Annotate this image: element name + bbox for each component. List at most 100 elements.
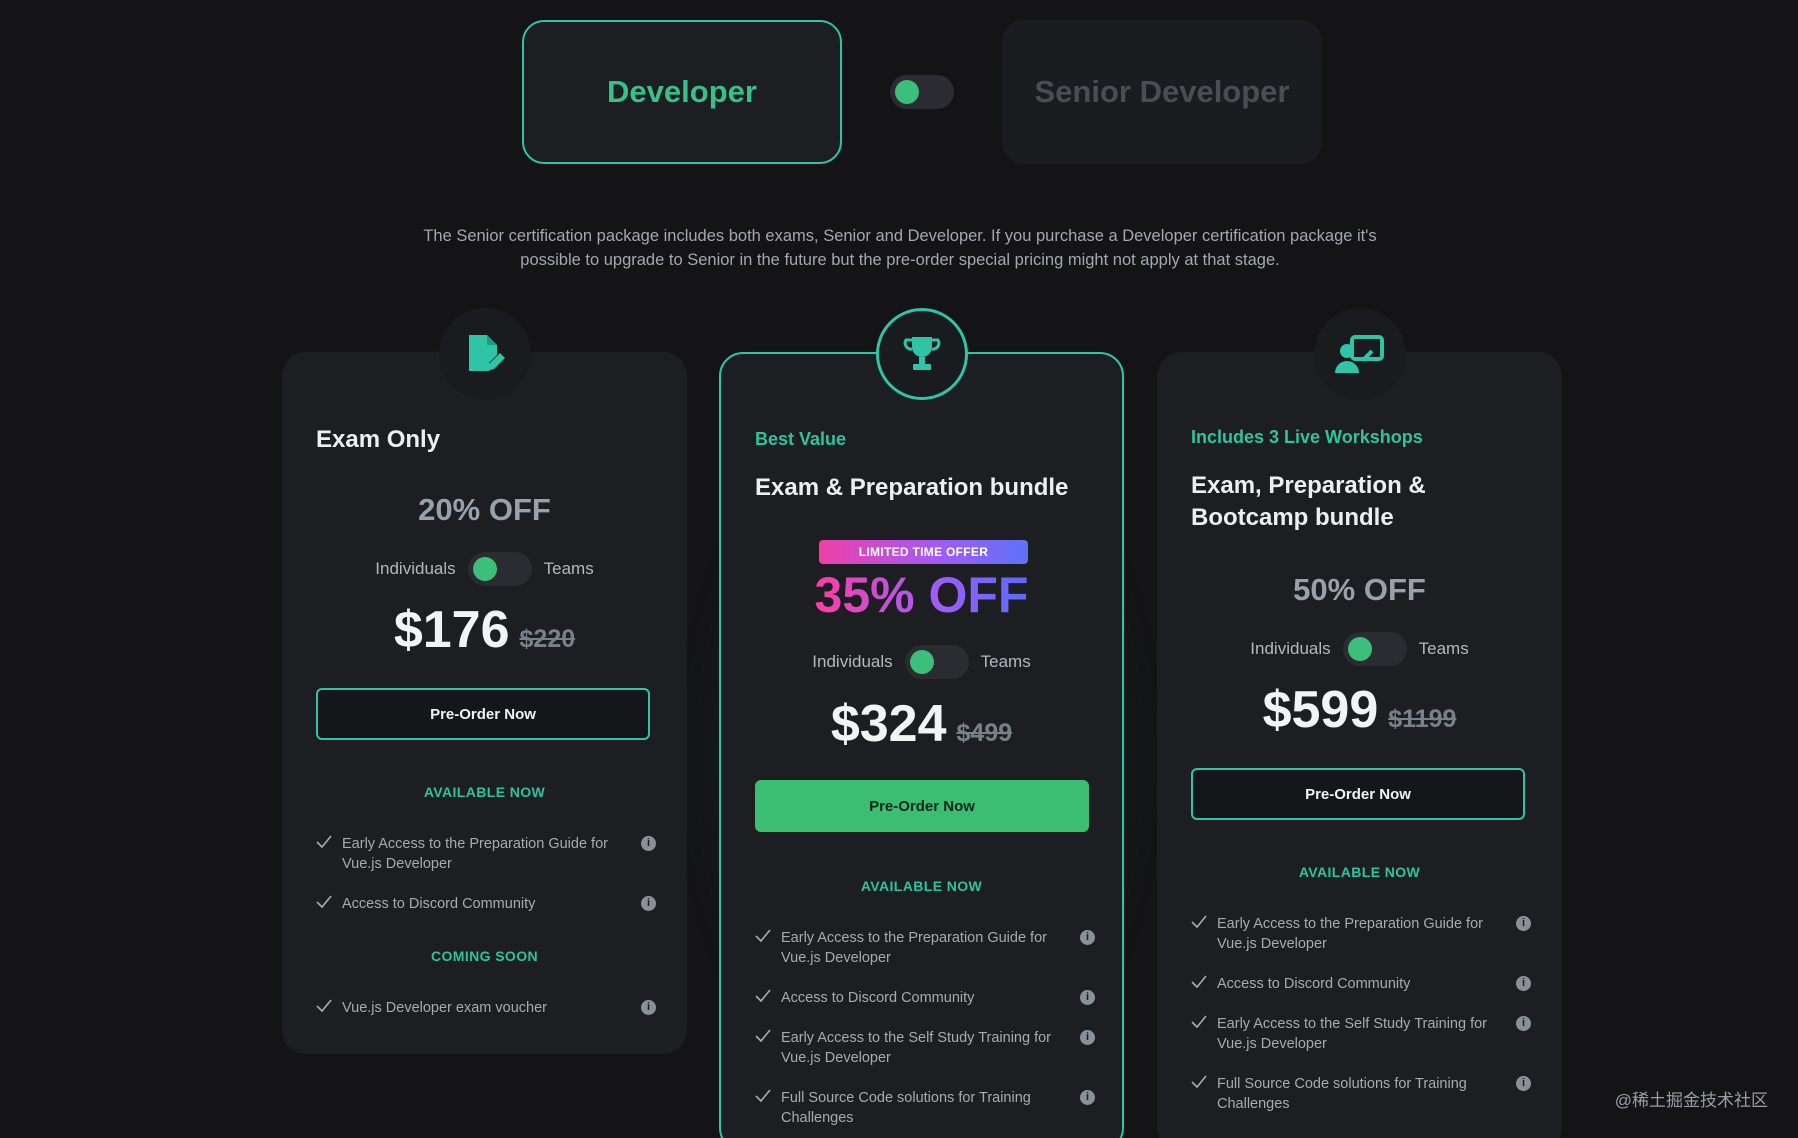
teams-label: Teams [543,559,594,578]
pre-order-button[interactable]: Pre-Order Now [755,780,1089,832]
info-icon[interactable]: i [1516,916,1531,931]
feature-item: Early Access to the Preparation Guide fo… [316,834,656,874]
audience-toggle[interactable] [904,645,969,679]
audience-toggle[interactable] [467,552,532,586]
info-icon[interactable]: i [1080,1030,1095,1045]
section-heading-available-now: AVAILABLE NOW [1298,864,1421,880]
discount-label: 35% OFF [721,566,1122,624]
check-icon [1191,914,1217,935]
check-icon [316,894,342,915]
feature-item: Vue.js Developer exam voucher i [316,998,656,1019]
feature-text: Access to Discord Community [781,990,975,1006]
audience-toggle[interactable] [1342,632,1407,666]
price-row: $599 $1199 [1157,680,1562,740]
check-icon [755,1028,781,1049]
card-title-bootcamp-line1: Exam, Preparation & [1191,472,1426,499]
feature-item: Early Access to the Preparation Guide fo… [755,928,1095,968]
info-icon[interactable]: i [1080,1090,1095,1105]
teams-label: Teams [1418,639,1469,658]
audience-toggle-row: Individuals Teams [1157,632,1562,666]
price-row: $324 $499 [721,694,1122,754]
section-heading-available-now: AVAILABLE NOW [423,784,546,800]
info-icon[interactable]: i [1080,930,1095,945]
check-icon [755,928,781,949]
feature-text: Early Access to the Self Study Training … [1217,1016,1487,1052]
current-price: $599 [1262,681,1379,739]
toggle-knob [909,650,934,674]
feature-text: Vue.js Developer exam voucher [342,1000,547,1016]
check-icon [1191,1014,1217,1035]
trophy-icon [875,308,968,400]
card-title-exam-preparation: Exam & Preparation bundle [755,474,1069,501]
audience-toggle-row: Individuals Teams [282,552,687,586]
info-icon[interactable]: i [641,1000,656,1015]
level-option-developer[interactable]: Developer [522,20,842,164]
info-icon[interactable]: i [1516,1076,1531,1091]
feature-item: Access to Discord Community i [1191,974,1531,995]
info-icon[interactable]: i [641,896,656,911]
individuals-label: Individuals [1250,639,1331,658]
individuals-label: Individuals [812,652,893,671]
info-icon[interactable]: i [1516,976,1531,991]
check-icon [755,988,781,1009]
card-title-exam-only: Exam Only [316,426,441,453]
info-icon[interactable]: i [1080,990,1095,1005]
discount-label: 50% OFF [1293,572,1426,607]
feature-item: Early Access to the Self Study Training … [755,1028,1095,1068]
original-price: $220 [519,625,576,653]
current-price: $324 [830,695,947,753]
workshop-presenter-icon [1313,308,1406,400]
feature-text: Full Source Code solutions for Training … [781,1090,1031,1126]
card-eyebrow: Includes 3 Live Workshops [1191,427,1423,447]
check-icon [1191,1074,1217,1095]
feature-text: Early Access to the Preparation Guide fo… [781,930,1047,966]
teams-label: Teams [980,652,1031,671]
toggle-knob [1347,637,1372,661]
check-icon [755,1088,781,1109]
feature-item: Early Access to the Self Study Training … [1191,1014,1531,1054]
info-icon[interactable]: i [641,836,656,851]
feature-item: Access to Discord Community i [316,894,656,915]
card-title-bootcamp-line2: Bootcamp bundle [1191,504,1394,531]
discount-value: 35% OFF [814,567,1029,623]
pricing-card-exam-only: Exam Only 20% OFF Individuals Teams $176… [282,308,687,1054]
section-heading-available-now: AVAILABLE NOW [860,878,983,894]
price-row: $176 $220 [282,600,687,660]
feature-item: Access to Discord Community i [755,988,1095,1009]
original-price: $499 [956,719,1013,747]
pre-order-button[interactable]: Pre-Order Now [316,688,650,740]
audience-toggle-row: Individuals Teams [721,645,1122,679]
original-price: $1199 [1388,705,1457,733]
feature-text: Early Access to the Preparation Guide fo… [1217,916,1483,952]
current-price: $176 [393,601,510,659]
intro-text: The Senior certification package include… [423,227,1377,269]
discount-label: 20% OFF [418,492,551,527]
feature-text: Full Source Code solutions for Training … [1217,1076,1467,1112]
toggle-knob [472,557,497,581]
check-icon [316,998,342,1019]
individuals-label: Individuals [375,559,456,578]
feature-text: Access to Discord Community [1217,976,1411,992]
feature-text: Access to Discord Community [342,896,536,912]
feature-item: Full Source Code solutions for Training … [755,1088,1095,1128]
level-senior-label: Senior Developer [1034,74,1290,109]
level-option-senior-developer[interactable]: Senior Developer [1002,20,1322,164]
check-icon [1191,974,1217,995]
card-eyebrow: Best Value [755,429,847,449]
feature-text: Early Access to the Self Study Training … [781,1030,1051,1066]
pricing-card-bootcamp: Includes 3 Live Workshops Exam, Preparat… [1157,308,1562,1138]
feature-item: Full Source Code solutions for Training … [1191,1074,1531,1114]
document-edit-icon [438,308,531,400]
feature-item: Early Access to the Preparation Guide fo… [1191,914,1531,954]
limited-time-offer-badge: LIMITED TIME OFFER [819,540,1028,564]
level-toggle-knob [895,80,919,104]
section-heading-coming-soon: COMING SOON [430,948,539,964]
info-icon[interactable]: i [1516,1016,1531,1031]
pricing-card-exam-preparation: Best Value Exam & Preparation bundle LIM… [719,308,1124,1138]
pre-order-button[interactable]: Pre-Order Now [1191,768,1525,820]
feature-text: Early Access to the Preparation Guide fo… [342,836,608,872]
watermark: @稀土掘金技术社区 [1614,1091,1768,1110]
level-toggle[interactable] [890,75,954,109]
check-icon [316,834,342,855]
level-developer-label: Developer [607,74,757,109]
